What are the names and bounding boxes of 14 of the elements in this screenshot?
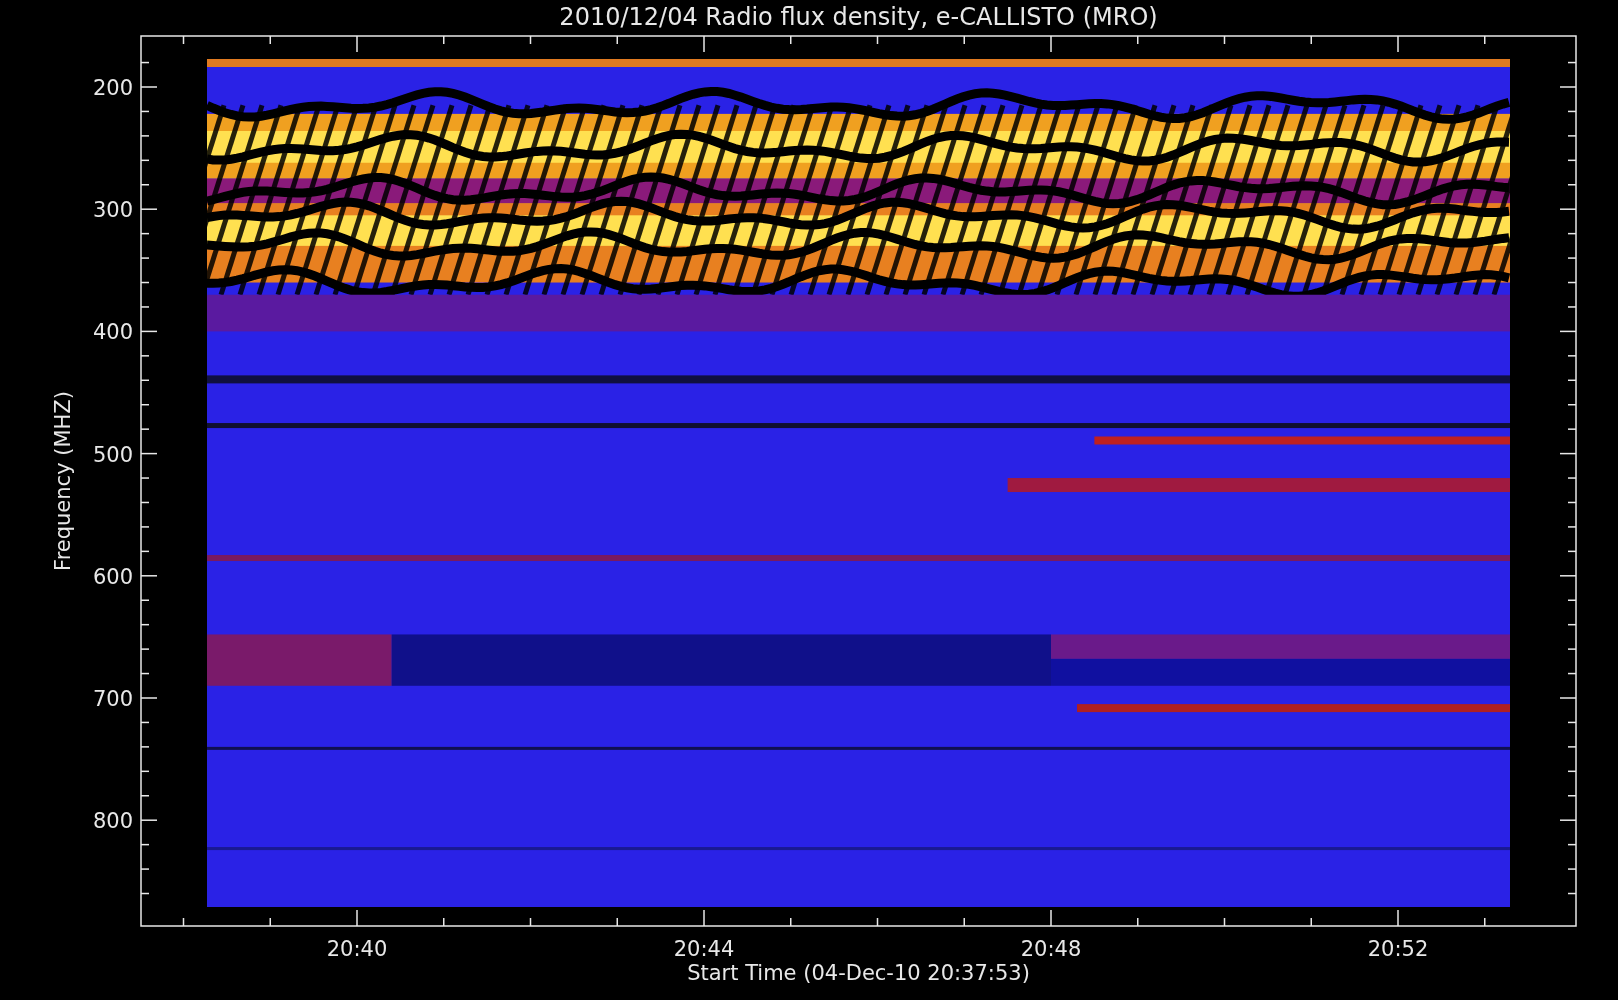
axis-label: Frequency (MHZ) xyxy=(51,391,75,571)
tick-label: 20:44 xyxy=(673,937,735,961)
tick-label: 20:40 xyxy=(326,937,388,961)
tick-label: 500 xyxy=(92,442,133,467)
tick-label: 700 xyxy=(92,687,133,711)
plot-title: 2010/12/04 Radio flux density, e-CALLISTO (MRO) xyxy=(559,3,1158,31)
tick-label: 200 xyxy=(92,76,133,100)
tick-label: 800 xyxy=(92,809,133,834)
axis-label: Start Time (04-Dec-10 20:37:53) xyxy=(687,961,1030,985)
tick-label: 400 xyxy=(92,320,133,345)
tick-label: 20:52 xyxy=(1367,937,1429,961)
tick-label: 20:48 xyxy=(1020,937,1082,961)
tick-label: 600 xyxy=(92,564,133,589)
tick-label: 300 xyxy=(92,198,133,223)
